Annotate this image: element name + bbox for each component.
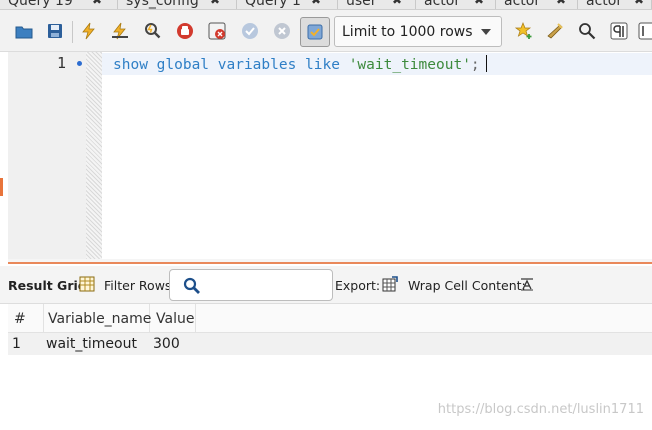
tab-actor[interactable]: actor ✖ [496, 0, 578, 9]
sql-editor[interactable]: 1 show global variables like 'wait_timeo… [8, 52, 652, 259]
cell-index[interactable]: 1 [12, 333, 21, 355]
column-header-variable-name[interactable]: Variable_name [44, 304, 151, 333]
toggle-error-icon[interactable] [208, 22, 226, 40]
wrap-icon[interactable] [638, 22, 652, 40]
chevron-down-icon [481, 29, 491, 35]
filter-rows-input[interactable] [169, 269, 333, 301]
search-icon [183, 277, 200, 294]
tab-label: user [346, 0, 377, 9]
line-number: 1 [56, 54, 66, 72]
limit-rows-label: Limit to 1000 rows [342, 23, 473, 40]
beautify-icon[interactable] [546, 22, 564, 40]
result-grid-label: Result Grid [8, 278, 87, 293]
execute-current-icon[interactable] [111, 22, 129, 40]
sql-terminator: ; [470, 57, 480, 73]
tab-label: actor [504, 0, 541, 9]
export-icon[interactable] [382, 276, 398, 292]
autocommit-toggle-button[interactable] [300, 17, 330, 47]
toolbar-separator [72, 21, 73, 43]
sql-editor-toolbar: Limit to 1000 rows [0, 10, 652, 52]
tab-label: actor [424, 0, 461, 9]
invisible-chars-icon[interactable] [610, 22, 628, 40]
tab-query-19[interactable]: Query 19 ✖ [0, 0, 118, 9]
sql-code-line[interactable]: show global variables like 'wait_timeout… [113, 55, 487, 73]
find-icon[interactable] [578, 22, 596, 40]
tab-label: Query 1 [245, 0, 301, 9]
close-icon[interactable]: ✖ [474, 0, 484, 7]
text-cursor [485, 55, 487, 72]
editor-results-splitter[interactable] [8, 259, 652, 264]
close-icon[interactable]: ✖ [311, 0, 321, 7]
limit-rows-select[interactable]: Limit to 1000 rows [334, 16, 502, 47]
autocommit-icon [307, 24, 323, 40]
wrap-cell-content-icon[interactable] [519, 276, 535, 292]
tab-actor[interactable]: actor ✖ [578, 0, 652, 9]
grid-header-row: # Variable_name Value [8, 304, 652, 333]
tab-actor[interactable]: actor ✖ [416, 0, 496, 9]
filter-rows-label: Filter Rows: [104, 278, 176, 293]
side-panel-edge-marker [0, 178, 3, 196]
tab-sys-config[interactable]: sys_config ✖ [118, 0, 237, 9]
column-header-value[interactable]: Value [150, 304, 196, 333]
close-icon[interactable]: ✖ [634, 0, 644, 7]
tab-label: actor [586, 0, 623, 9]
table-row[interactable]: 1 wait_timeout 300 [8, 333, 652, 355]
open-folder-icon[interactable] [15, 22, 33, 40]
fold-margin [86, 52, 102, 259]
tab-query-1[interactable]: Query 1 ✖ [237, 0, 338, 9]
export-label: Export: [335, 278, 381, 293]
close-icon[interactable]: ✖ [92, 0, 102, 7]
statement-marker-icon [77, 61, 82, 66]
query-tab-strip: Query 19 ✖ sys_config ✖ Query 1 ✖ user ✖… [0, 0, 652, 10]
execute-icon[interactable] [80, 22, 98, 40]
close-icon[interactable]: ✖ [210, 0, 220, 7]
tab-label: sys_config [126, 0, 199, 9]
close-icon[interactable]: ✖ [392, 0, 402, 7]
result-toolbar: Result Grid Filter Rows: Export: Wrap Ce… [0, 266, 652, 304]
cell-value[interactable]: 300 [153, 333, 180, 355]
line-number-gutter: 1 [8, 52, 86, 259]
wrap-cell-content-label: Wrap Cell Content: [408, 278, 526, 293]
result-grid-icon[interactable] [79, 276, 95, 292]
bookmark-star-icon[interactable] [515, 22, 533, 40]
watermark-text: https://blog.csdn.net/luslin1711 [437, 402, 644, 417]
sql-keywords: show global variables like [113, 57, 349, 73]
save-icon[interactable] [46, 22, 64, 40]
stop-icon[interactable] [176, 22, 194, 40]
explain-icon[interactable] [143, 22, 161, 40]
rollback-icon[interactable] [273, 22, 291, 40]
sql-string-literal: 'wait_timeout' [348, 57, 471, 73]
cell-variable-name[interactable]: wait_timeout [46, 333, 137, 355]
column-header-index[interactable]: # [8, 304, 44, 333]
tab-label: Query 19 [8, 0, 73, 9]
tab-user[interactable]: user ✖ [338, 0, 416, 9]
close-icon[interactable]: ✖ [556, 0, 566, 7]
commit-icon[interactable] [241, 22, 259, 40]
